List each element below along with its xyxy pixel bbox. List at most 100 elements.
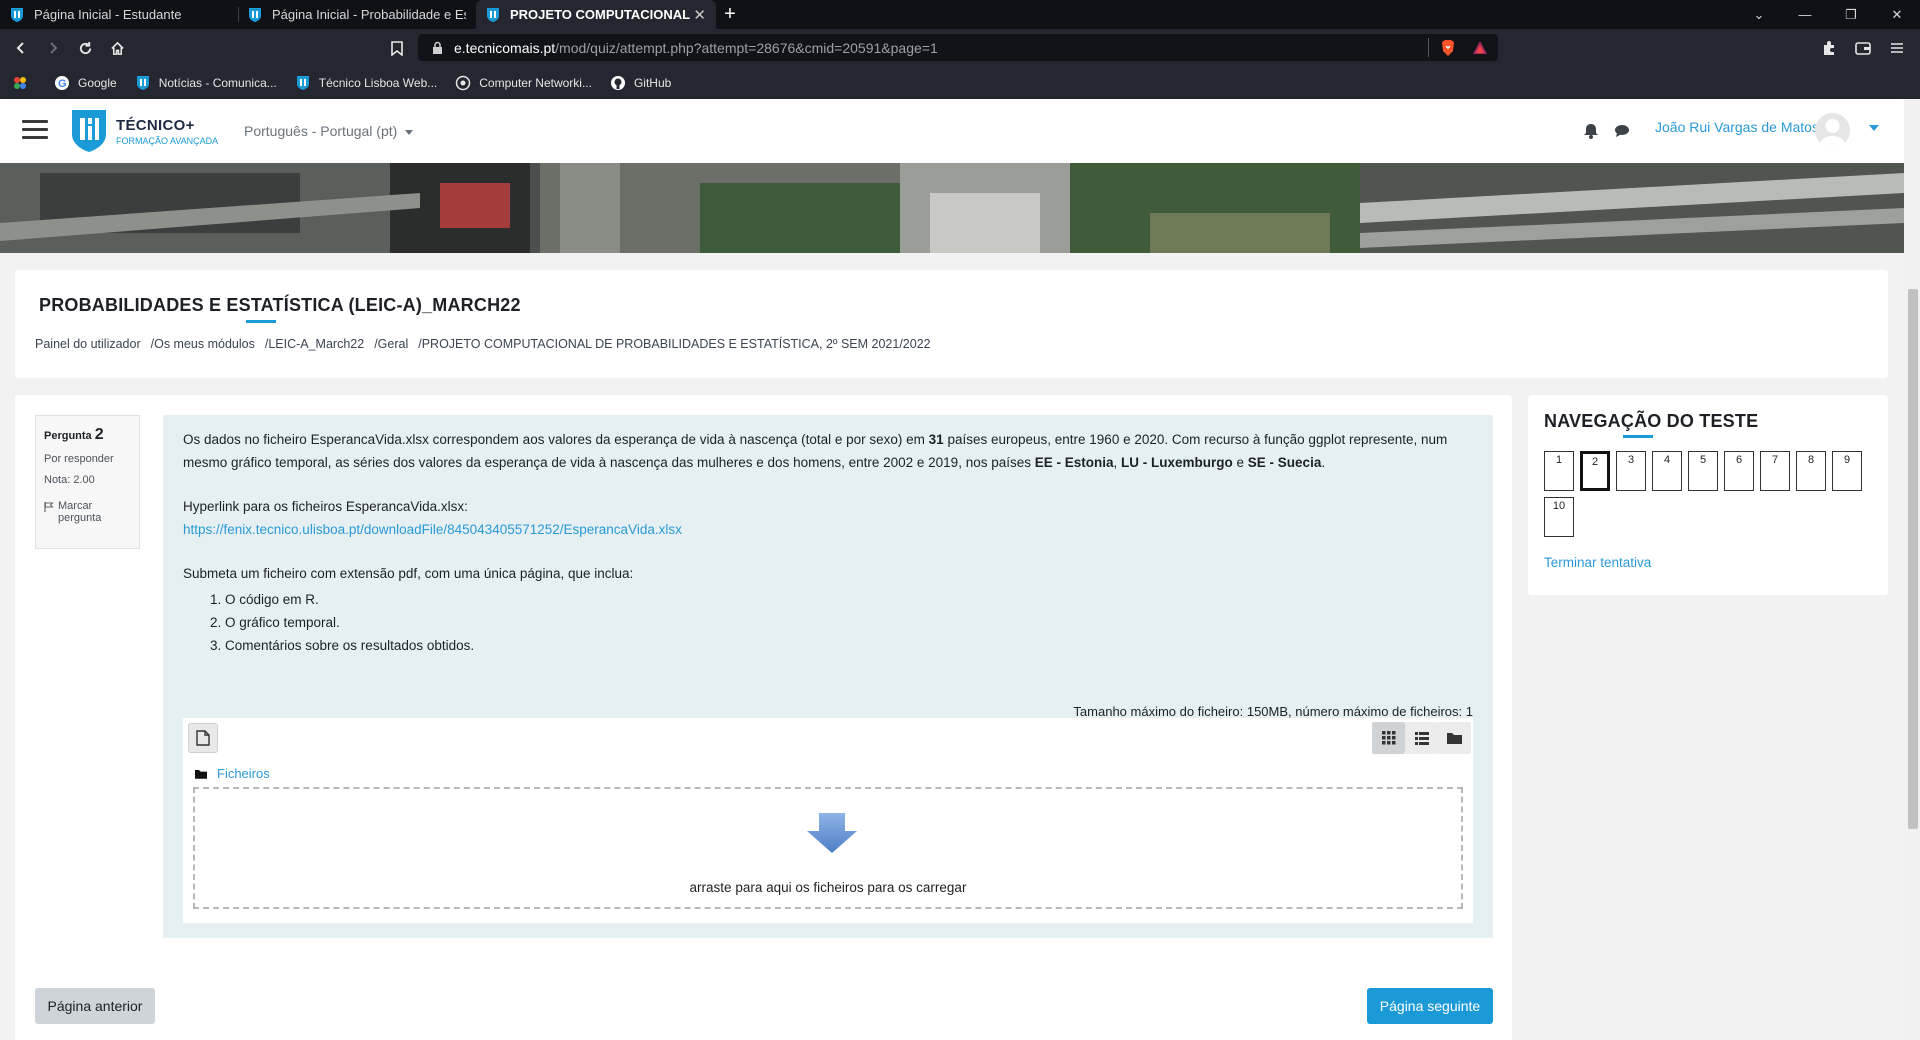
hamburger-menu-icon[interactable] bbox=[22, 120, 48, 140]
tab-list-chevron-icon[interactable]: ⌄ bbox=[1736, 0, 1782, 29]
bell-icon[interactable] bbox=[1583, 123, 1599, 139]
country-count: 31 bbox=[928, 432, 944, 447]
bookmark-label: Técnico Lisboa Web... bbox=[318, 75, 438, 90]
logo-text: TÉCNICO+ FORMAÇÃO AVANÇADA bbox=[116, 117, 218, 146]
apps-bookmark[interactable] bbox=[12, 75, 36, 91]
user-menu-caret-icon[interactable] bbox=[1869, 125, 1879, 131]
close-window-icon[interactable]: ✕ bbox=[1874, 0, 1920, 29]
previous-page-button[interactable]: Página anterior bbox=[35, 988, 155, 1024]
reload-icon[interactable] bbox=[74, 37, 96, 59]
minimize-icon[interactable]: — bbox=[1782, 0, 1828, 29]
brave-shield-icon[interactable] bbox=[1440, 39, 1456, 57]
browser-tab-1[interactable]: Página Inicial - Estudante bbox=[0, 0, 238, 29]
question-number: 2 bbox=[94, 426, 104, 443]
url-host: e.tecnicomais.pt bbox=[454, 40, 556, 56]
file-icon bbox=[196, 730, 210, 746]
submit-instructions: Submeta um ficheiro com extensão pdf, co… bbox=[183, 566, 634, 581]
question-text: Os dados no ficheiro EsperancaVida.xlsx … bbox=[183, 428, 1473, 474]
question-content: Os dados no ficheiro EsperancaVida.xlsx … bbox=[163, 415, 1493, 938]
browser-tab-2[interactable]: Página Inicial - Probabilidade e Estatís… bbox=[238, 0, 476, 29]
tree-view-folder-icon[interactable] bbox=[1438, 722, 1471, 754]
files-folder-link[interactable]: Ficheiros bbox=[217, 762, 270, 785]
download-arrow-icon bbox=[807, 813, 857, 853]
site-logo[interactable]: TÉCNICO+ FORMAÇÃO AVANÇADA bbox=[70, 108, 218, 154]
browser-tab-title: Página Inicial - Probabilidade e Estatís… bbox=[272, 7, 466, 22]
messages-icon[interactable] bbox=[1614, 123, 1630, 139]
list-item: Comentários sobre os resultados obtidos. bbox=[225, 634, 1473, 657]
course-title: PROBABILIDADES E ESTATÍSTICA (LEIC-A)_MA… bbox=[39, 295, 521, 315]
site-header: TÉCNICO+ FORMAÇÃO AVANÇADA Português - P… bbox=[0, 99, 1904, 163]
requirements-list: O código em R. O gráfico temporal. Comen… bbox=[183, 588, 1473, 657]
breadcrumb-item-painel[interactable]: Painel do utilizador bbox=[35, 337, 141, 351]
country-suecia: SE - Suecia bbox=[1247, 455, 1322, 470]
browser-menu-icon[interactable] bbox=[1886, 37, 1908, 59]
course-header-card: PROBABILIDADES E ESTATÍSTICA (LEIC-A)_MA… bbox=[15, 270, 1888, 378]
restore-icon[interactable]: ❐ bbox=[1828, 0, 1874, 29]
browser-tab-3-active[interactable]: PROJETO COMPUTACIONAL DE P ✕ bbox=[476, 0, 716, 29]
bookmark-label: Notícias - Comunica... bbox=[158, 75, 277, 90]
bookmark-noticias[interactable]: Notícias - Comunica... bbox=[135, 75, 277, 91]
question-info-box: Pergunta 2 Por responder Nota: 2.00 Marc… bbox=[35, 415, 140, 549]
breadcrumb-item-leic[interactable]: /LEIC-A_March22 bbox=[265, 337, 364, 351]
home-icon[interactable] bbox=[106, 37, 128, 59]
browser-tab-title: PROJETO COMPUTACIONAL DE P bbox=[510, 7, 693, 22]
url-text: e.tecnicomais.pt/mod/quiz/attempt.php?at… bbox=[454, 40, 938, 56]
page-scrollbar[interactable] bbox=[1904, 99, 1920, 1040]
google-icon: G bbox=[55, 75, 69, 90]
breadcrumb-item-geral[interactable]: /Geral bbox=[374, 337, 408, 351]
breadcrumb-item-modulos[interactable]: /Os meus módulos bbox=[151, 337, 255, 351]
browser-tabbar: Página Inicial - Estudante Página Inicia… bbox=[0, 0, 1920, 29]
language-selector[interactable]: Português - Portugal (pt) bbox=[244, 123, 414, 139]
bookmark-google[interactable]: G Google bbox=[54, 75, 117, 91]
add-file-button[interactable] bbox=[188, 723, 218, 753]
question-nav-button[interactable]: 7 bbox=[1760, 451, 1790, 491]
question-nav-button[interactable]: 4 bbox=[1652, 451, 1682, 491]
question-card: Pergunta 2 Por responder Nota: 2.00 Marc… bbox=[15, 395, 1512, 1040]
bookmark-tecnico-lisboa[interactable]: Técnico Lisboa Web... bbox=[295, 75, 438, 91]
bookmark-label: Google bbox=[78, 75, 117, 90]
new-tab-icon[interactable]: + bbox=[716, 0, 744, 29]
finish-attempt-link[interactable]: Terminar tentativa bbox=[1544, 555, 1651, 570]
bookmarks-bar: G Google Notícias - Comunica... Técnico … bbox=[0, 66, 1920, 99]
dropzone-text: arraste para aqui os ficheiros para os c… bbox=[689, 880, 967, 895]
grid-view-icon[interactable] bbox=[1372, 722, 1405, 754]
question-nav-button[interactable]: 5 bbox=[1688, 451, 1718, 491]
file-dropzone[interactable]: arraste para aqui os ficheiros para os c… bbox=[193, 787, 1463, 909]
breadcrumb-item-projeto[interactable]: /PROJETO COMPUTACIONAL DE PROBABILIDADES… bbox=[418, 337, 930, 351]
caret-down-icon bbox=[405, 129, 414, 135]
list-view-icon[interactable] bbox=[1405, 722, 1438, 754]
brave-rewards-icon[interactable] bbox=[1472, 40, 1488, 55]
question-nav-button-current[interactable]: 2 bbox=[1580, 451, 1610, 491]
extensions-icon[interactable] bbox=[1818, 37, 1840, 59]
course-banner-image bbox=[0, 163, 1904, 253]
url-field[interactable]: e.tecnicomais.pt/mod/quiz/attempt.php?at… bbox=[418, 34, 1498, 61]
ist-icon bbox=[136, 75, 149, 90]
ist-logo-icon bbox=[72, 110, 106, 152]
question-nav-button[interactable]: 10 bbox=[1544, 497, 1574, 537]
forward-icon[interactable] bbox=[42, 37, 64, 59]
user-name[interactable]: João Rui Vargas de Matos bbox=[1655, 119, 1819, 135]
back-icon[interactable] bbox=[10, 37, 32, 59]
address-bar: e.tecnicomais.pt/mod/quiz/attempt.php?at… bbox=[0, 29, 1920, 66]
bookmark-computer-networking[interactable]: Computer Networki... bbox=[455, 75, 592, 91]
user-avatar[interactable] bbox=[1815, 113, 1850, 148]
quiz-navigation-block: NAVEGAÇÃO DO TESTE 1 2 3 4 5 6 7 8 9 10 … bbox=[1528, 395, 1888, 595]
bookmark-github[interactable]: GitHub bbox=[610, 75, 671, 91]
breadcrumb: Painel do utilizador /Os meus módulos /L… bbox=[35, 337, 941, 351]
title-underline bbox=[246, 320, 276, 323]
scrollbar-thumb[interactable] bbox=[1908, 289, 1918, 829]
bookmark-icon[interactable] bbox=[386, 37, 408, 59]
wallet-icon[interactable] bbox=[1852, 37, 1874, 59]
dataset-download-link[interactable]: https://fenix.tecnico.ulisboa.pt/downloa… bbox=[183, 522, 682, 537]
question-nav-button[interactable]: 8 bbox=[1796, 451, 1826, 491]
view-mode-switcher bbox=[1372, 722, 1471, 754]
question-nav-button[interactable]: 9 bbox=[1832, 451, 1862, 491]
flag-question-toggle[interactable]: Marcar pergunta bbox=[44, 500, 131, 524]
question-nav-button[interactable]: 6 bbox=[1724, 451, 1754, 491]
close-tab-icon[interactable]: ✕ bbox=[693, 6, 706, 24]
next-page-button[interactable]: Página seguinte bbox=[1367, 988, 1493, 1024]
separator: , bbox=[1113, 455, 1122, 470]
question-nav-button[interactable]: 3 bbox=[1616, 451, 1646, 491]
question-nav-button[interactable]: 1 bbox=[1544, 451, 1574, 491]
flag-label: Marcar pergunta bbox=[58, 500, 102, 524]
